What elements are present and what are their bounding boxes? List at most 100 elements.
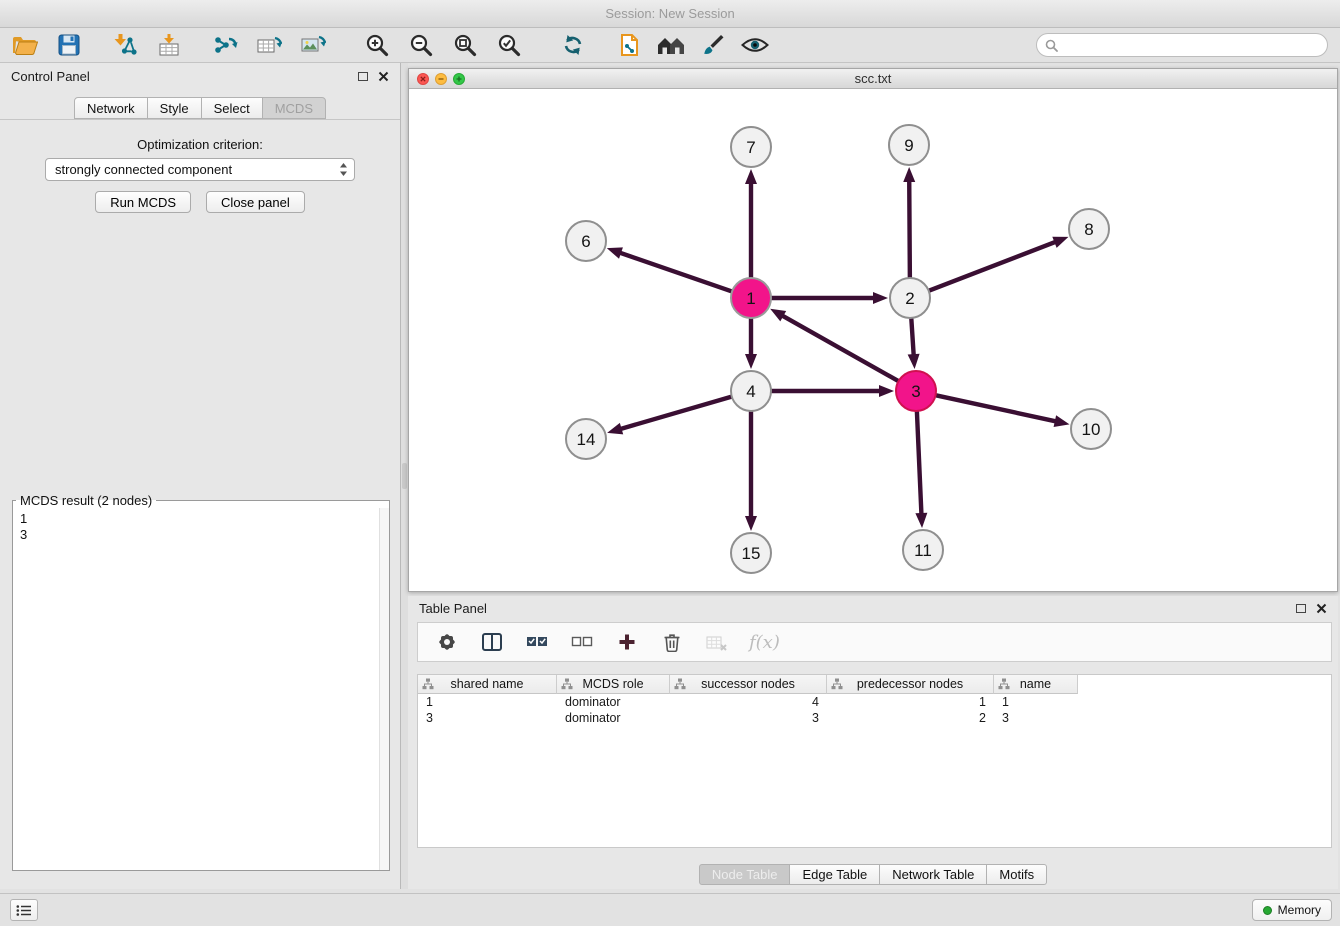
graph-node-1[interactable]: 1 [731, 278, 771, 318]
search-input[interactable] [1064, 38, 1319, 53]
table-cell: 1 [994, 694, 1078, 710]
graph-node-6[interactable]: 6 [566, 221, 606, 261]
svg-text:3: 3 [911, 382, 920, 401]
table-row[interactable]: 1dominator411 [418, 694, 1331, 710]
graph-node-4[interactable]: 4 [731, 371, 771, 411]
close-panel-button[interactable]: Close panel [206, 191, 305, 213]
edge-4-14[interactable] [620, 397, 731, 429]
svg-text:4: 4 [746, 382, 755, 401]
sort-hierarchy-icon [561, 678, 573, 690]
column-header-name[interactable]: name [994, 675, 1078, 694]
import-network-button[interactable] [110, 31, 140, 59]
edge-arrowhead [607, 247, 623, 258]
table-body: 1dominator4113dominator323 [418, 694, 1331, 726]
zoom-fit-button[interactable] [450, 31, 480, 59]
tab-network[interactable]: Network [74, 97, 148, 119]
tab-motifs[interactable]: Motifs [986, 864, 1047, 885]
dropdown-arrows-icon [339, 162, 348, 177]
edge-1-6[interactable] [619, 252, 731, 291]
gear-icon [437, 632, 457, 652]
tab-node-table[interactable]: Node Table [699, 864, 791, 885]
column-header-shared-name[interactable]: shared name [418, 675, 557, 694]
memory-button[interactable]: Memory [1252, 899, 1332, 921]
delete-table-icon [706, 633, 728, 651]
open-file-button[interactable] [10, 31, 40, 59]
zoom-in-button[interactable] [362, 31, 392, 59]
graph-node-10[interactable]: 10 [1071, 409, 1111, 449]
float-table-panel-icon[interactable] [1296, 604, 1306, 613]
graph-node-14[interactable]: 14 [566, 419, 606, 459]
result-scrollbar[interactable] [379, 508, 389, 870]
network-window-titlebar[interactable]: scc.txt [409, 69, 1337, 89]
graph-node-9[interactable]: 9 [889, 125, 929, 165]
show-column-panel-button[interactable] [479, 629, 505, 655]
edge-arrowhead [770, 309, 786, 322]
tab-network-table[interactable]: Network Table [879, 864, 987, 885]
svg-text:9: 9 [904, 136, 913, 155]
unselect-all-columns-button[interactable] [569, 629, 595, 655]
graph-node-8[interactable]: 8 [1069, 209, 1109, 249]
export-image-button[interactable] [298, 31, 328, 59]
column-header-predecessor-nodes[interactable]: predecessor nodes [827, 675, 994, 694]
tab-style[interactable]: Style [147, 97, 202, 119]
eye-icon [741, 36, 769, 54]
edge-arrowhead [745, 169, 757, 184]
graph-node-3[interactable]: 3 [896, 371, 936, 411]
edge-2-9[interactable] [909, 180, 910, 277]
edge-3-11[interactable] [917, 412, 922, 515]
edge-3-10[interactable] [937, 395, 1057, 421]
tab-edge-table[interactable]: Edge Table [789, 864, 880, 885]
table-row[interactable]: 3dominator323 [418, 710, 1331, 726]
create-column-button[interactable] [614, 629, 640, 655]
graph-node-15[interactable]: 15 [731, 533, 771, 573]
criterion-dropdown[interactable]: strongly connected component [45, 158, 355, 181]
column-header-successor-nodes[interactable]: successor nodes [670, 675, 827, 694]
export-table-button[interactable] [254, 31, 284, 59]
zoom-selected-button[interactable] [494, 31, 524, 59]
zoom-out-button[interactable] [406, 31, 436, 59]
table-cell: 3 [418, 710, 557, 726]
export-network-button[interactable] [210, 31, 240, 59]
run-mcds-button[interactable]: Run MCDS [95, 191, 191, 213]
edge-3-1[interactable] [781, 315, 897, 381]
float-panel-icon[interactable] [358, 72, 368, 81]
optimization-criterion-label: Optimization criterion: [0, 137, 400, 152]
network-window-title: scc.txt [855, 71, 892, 86]
graph-node-11[interactable]: 11 [903, 530, 943, 570]
tab-mcds[interactable]: MCDS [262, 97, 326, 119]
network-graph[interactable]: 7 9 6 8 1 2 4 3 14 10 15 11 [409, 89, 1337, 591]
save-session-button[interactable] [54, 31, 84, 59]
svg-text:1: 1 [746, 289, 755, 308]
table-cell: 1 [827, 694, 994, 710]
plus-icon [618, 633, 636, 651]
column-header-MCDS-role[interactable]: MCDS role [557, 675, 670, 694]
home-button[interactable] [656, 31, 686, 59]
apply-style-button[interactable] [698, 31, 728, 59]
mcds-result-box: MCDS result (2 nodes) 13 [12, 493, 390, 871]
trash-icon [663, 632, 681, 652]
open-session-page-button[interactable] [614, 31, 644, 59]
graph-node-7[interactable]: 7 [731, 127, 771, 167]
close-table-panel-icon[interactable] [1315, 602, 1327, 614]
close-window-icon[interactable] [417, 73, 429, 85]
vertical-splitter[interactable] [401, 63, 408, 889]
edge-2-3[interactable] [911, 319, 913, 356]
tab-select[interactable]: Select [201, 97, 263, 119]
show-hide-button[interactable] [740, 31, 770, 59]
import-table-button[interactable] [154, 31, 184, 59]
result-line: 1 [20, 511, 382, 527]
delete-column-button[interactable] [659, 629, 685, 655]
edge-2-8[interactable] [930, 242, 1057, 291]
splitter-grip[interactable] [402, 463, 407, 489]
search-box[interactable] [1036, 33, 1328, 57]
graph-node-2[interactable]: 2 [890, 278, 930, 318]
select-all-columns-button[interactable] [524, 629, 550, 655]
zoom-window-icon[interactable] [453, 73, 465, 85]
task-history-button[interactable] [10, 899, 38, 921]
table-settings-button[interactable] [434, 629, 460, 655]
table-cell: 2 [827, 710, 994, 726]
table-cell: dominator [557, 710, 670, 726]
close-panel-icon[interactable] [377, 70, 389, 82]
minimize-window-icon[interactable] [435, 73, 447, 85]
refresh-layout-button[interactable] [558, 31, 588, 59]
